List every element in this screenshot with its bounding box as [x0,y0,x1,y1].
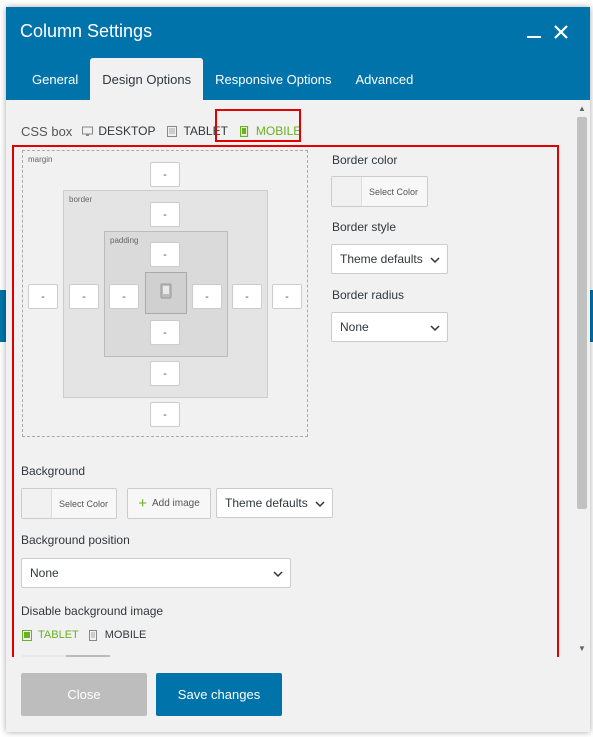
dialog-title: Column Settings [20,21,153,41]
scroll-up-icon[interactable]: ▲ [578,104,586,113]
close-icon[interactable] [552,21,570,47]
tab-advanced[interactable]: Advanced [343,58,425,100]
scroll-down-icon[interactable]: ▼ [578,644,586,653]
save-changes-button[interactable]: Save changes [156,673,282,716]
column-settings-dialog: Column Settings General Design Options R… [6,7,590,732]
device-desktop[interactable]: DESKTOP [82,124,155,138]
css-box-label: CSS box [21,123,73,139]
desktop-icon [82,126,94,137]
device-desktop-label: DESKTOP [98,124,156,138]
dialog-header: Column Settings General Design Options R… [6,7,590,100]
highlight-box [12,145,559,661]
close-button[interactable]: Close [21,673,147,716]
scrollbar[interactable]: ▲ ▼ [574,100,590,657]
dialog-footer: Close Save changes [6,657,590,732]
scrollbar-thumb[interactable] [577,117,587,509]
tab-general[interactable]: General [20,58,90,100]
minimize-icon[interactable] [526,21,542,47]
tab-design-options[interactable]: Design Options [90,58,204,100]
highlight-box [215,109,301,142]
tablet-icon [167,125,178,137]
tab-bar: General Design Options Responsive Option… [20,58,425,100]
tab-responsive-options[interactable]: Responsive Options [203,58,343,100]
